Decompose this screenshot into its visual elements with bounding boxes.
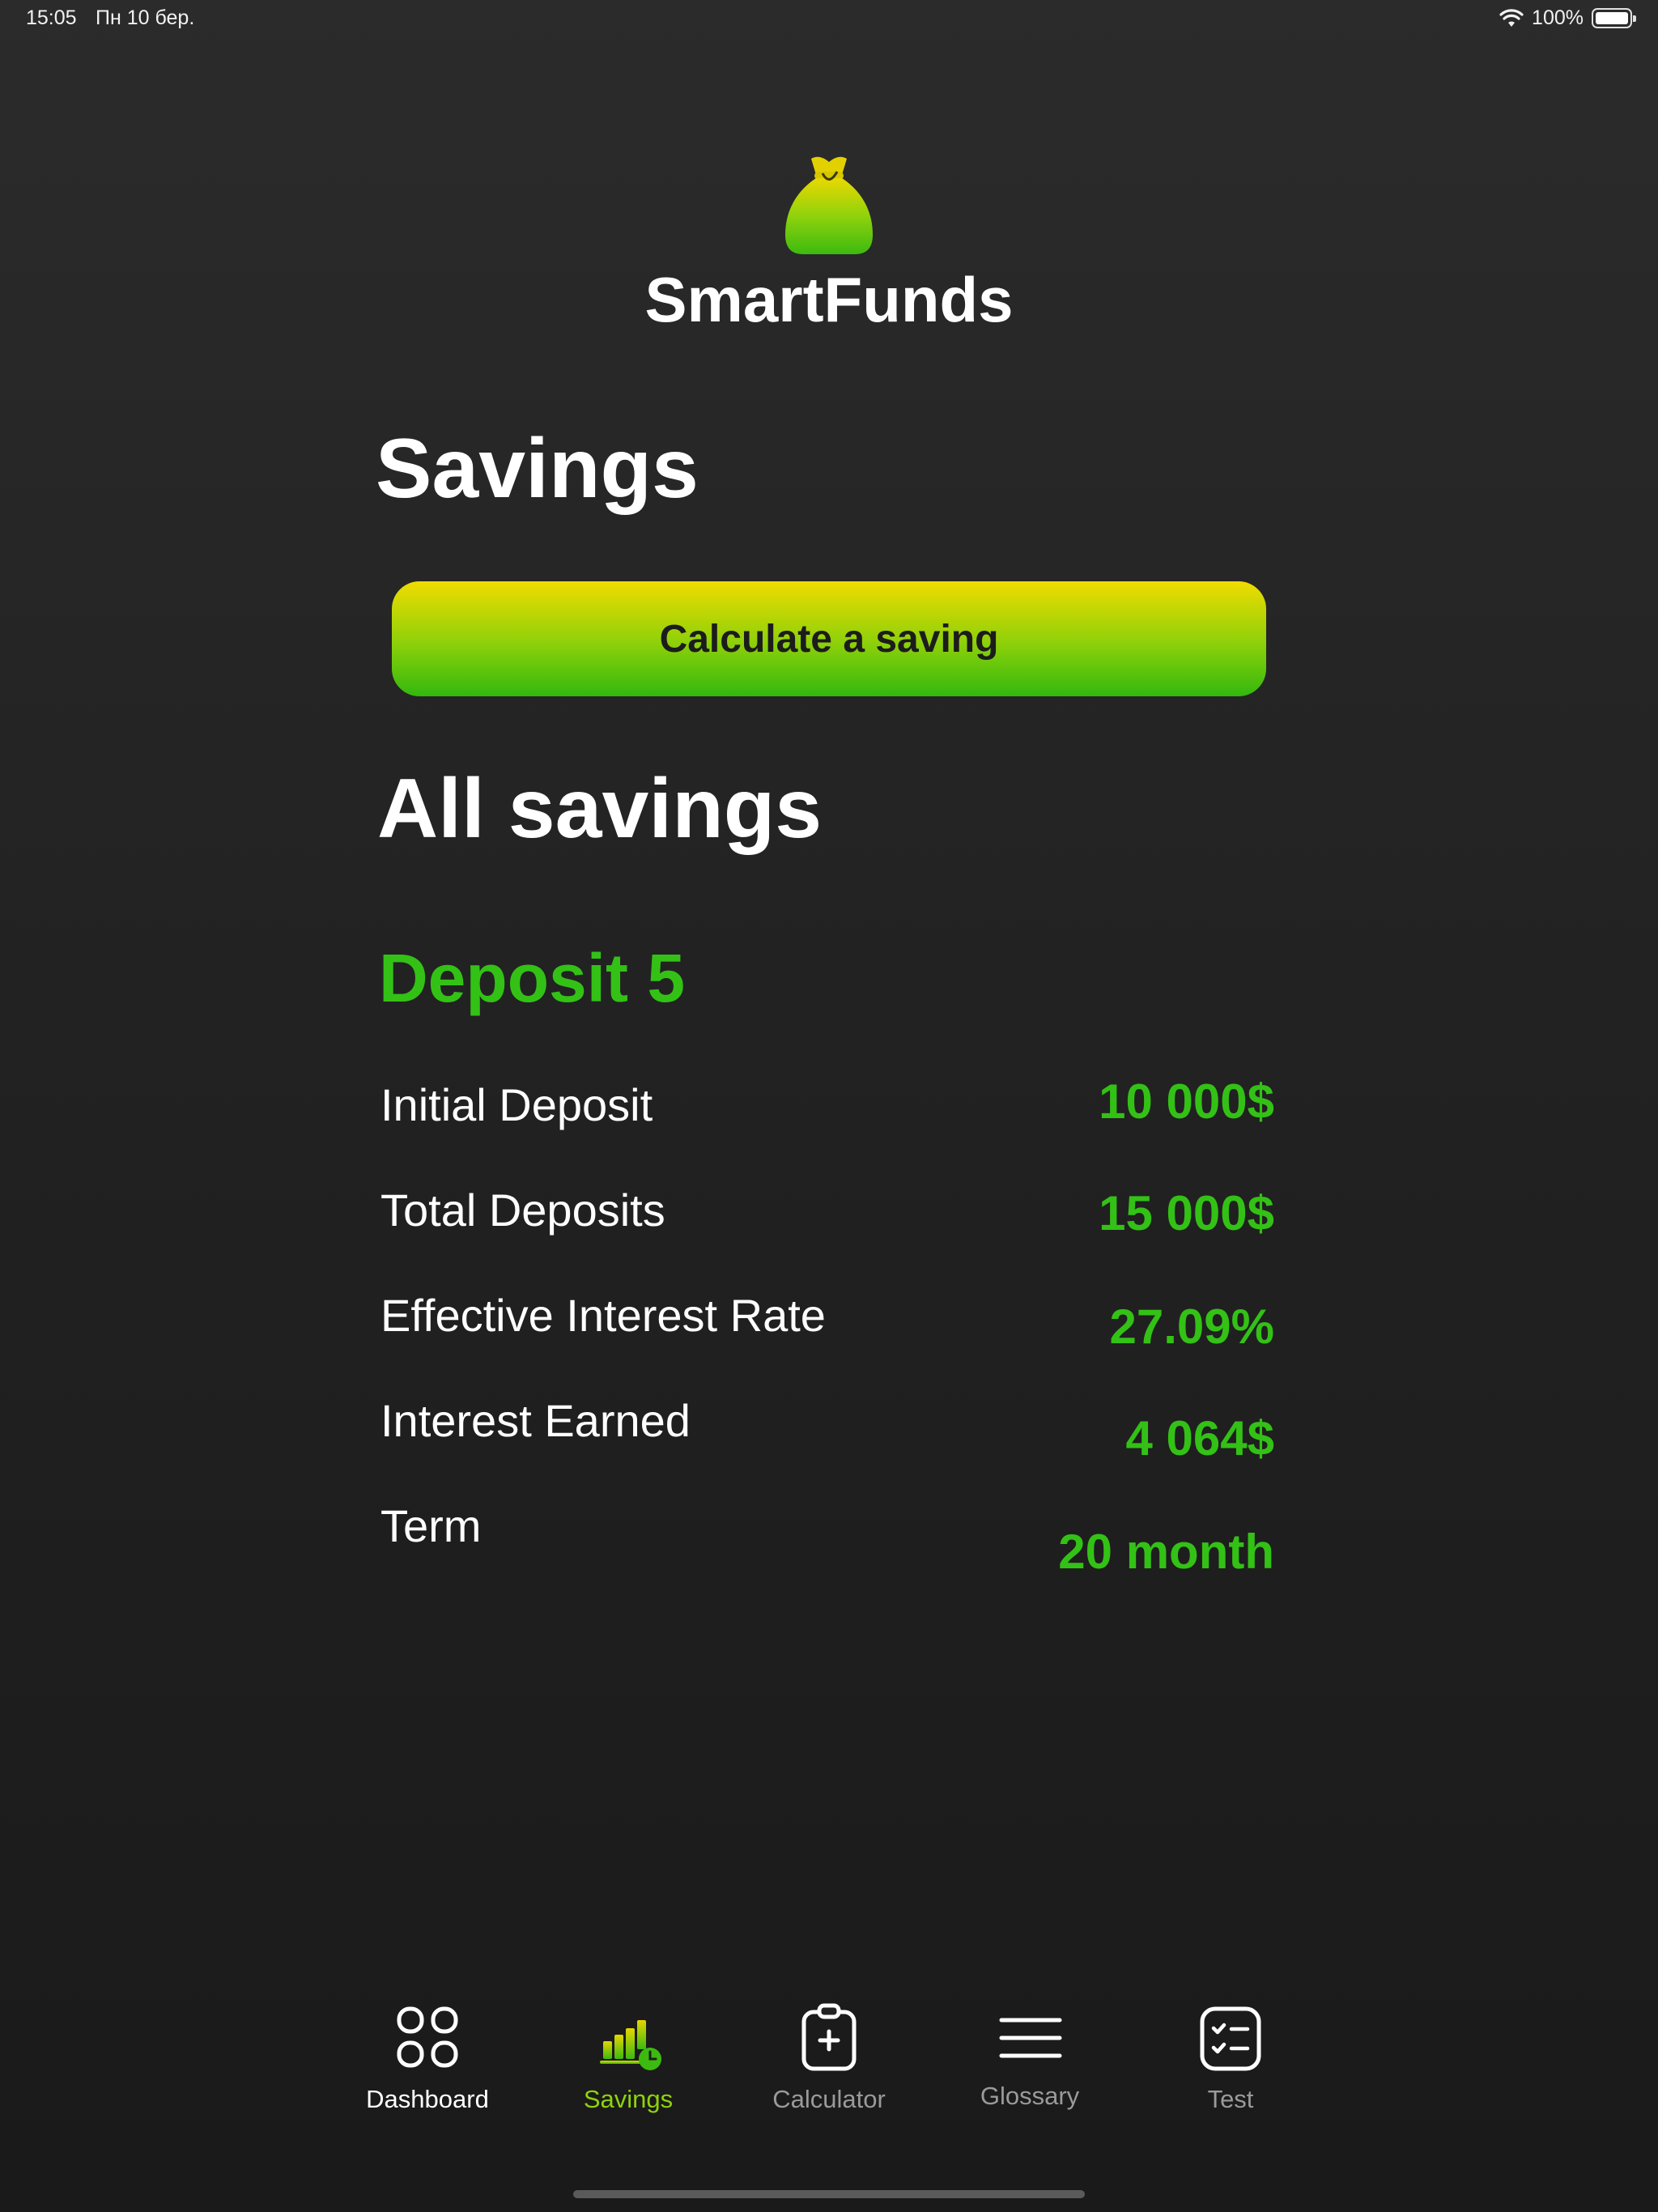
term-value: 20 month [1058,1525,1274,1579]
menu-lines-icon [999,2018,1062,2058]
tab-dashboard[interactable]: Dashboard [346,1988,508,2133]
effective-interest-rate-label: Effective Interest Rate [380,1290,826,1341]
initial-deposit-label: Initial Deposit [380,1079,653,1130]
battery-percent: 100% [1532,6,1584,29]
page-title: Savings [376,422,699,516]
section-title: All savings [377,762,823,856]
calculate-saving-button[interactable]: Calculate a saving [392,581,1266,696]
total-deposits-value: 15 000$ [1099,1186,1274,1240]
clipboard-plus-icon [801,2003,857,2071]
savings-chart-icon [600,2020,661,2070]
tab-glossary[interactable]: Glossary [949,1988,1111,2133]
tab-savings[interactable]: Savings [547,1988,709,2133]
tab-calculator[interactable]: Calculator [748,1988,910,2133]
status-time: 15:05 [26,6,77,29]
interest-earned-value: 4 064$ [1125,1411,1274,1465]
tab-dashboard-label: Dashboard [366,2085,489,2113]
battery-icon [1592,8,1636,28]
tab-calculator-label: Calculator [772,2085,886,2113]
app-title: SmartFunds [644,264,1014,335]
tab-test-label: Test [1207,2085,1254,2113]
home-indicator [573,2190,1085,2198]
tab-test[interactable]: Test [1150,1988,1312,2133]
tab-glossary-label: Glossary [980,2082,1080,2110]
tab-bar: Dashboard Savings Calculator Glossary Te… [0,1988,1658,2150]
tab-savings-label: Savings [583,2085,674,2113]
status-date: Пн 10 бер. [96,6,195,29]
checklist-icon [1200,2006,1261,2071]
status-indicators: 100% [1499,6,1636,30]
total-deposits-label: Total Deposits [380,1185,665,1236]
wifi-icon [1499,8,1524,27]
initial-deposit-value: 10 000$ [1099,1074,1274,1129]
deposit-name[interactable]: Deposit 5 [379,939,685,1018]
interest-earned-label: Interest Earned [380,1395,691,1446]
term-label: Term [380,1500,482,1551]
status-bar: 15:05 Пн 10 бер. 100% [0,0,1658,40]
effective-interest-rate-value: 27.09% [1109,1300,1275,1354]
grid-icon [397,2006,458,2068]
money-bag-icon [785,156,873,254]
